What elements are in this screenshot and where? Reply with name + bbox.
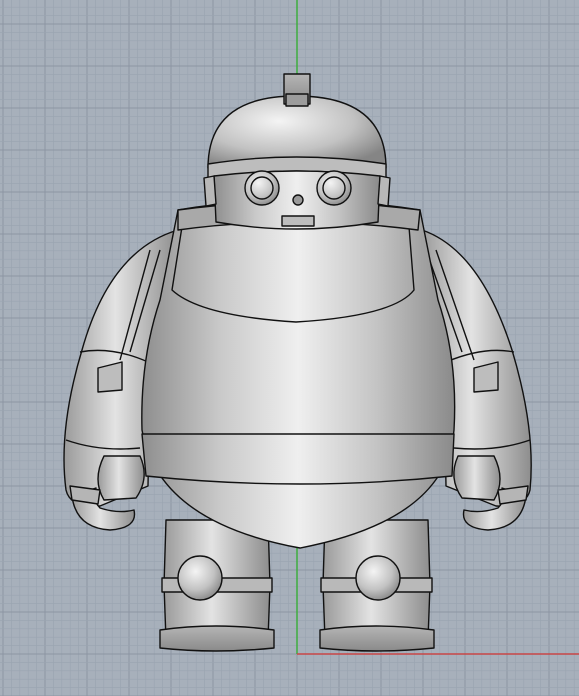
viewport-canvas[interactable]: [0, 0, 579, 696]
left-leg[interactable]: [159, 519, 275, 652]
belt: [141, 433, 455, 485]
torso[interactable]: [141, 199, 456, 549]
left-ear: [203, 175, 217, 207]
nose: [292, 194, 304, 206]
right-ear: [377, 175, 391, 207]
right-foot: [319, 625, 435, 652]
left-knee-sphere: [177, 555, 223, 601]
head[interactable]: [203, 73, 391, 230]
modeling-viewport[interactable]: [0, 0, 579, 696]
left-eye: [244, 170, 280, 206]
right-knee-sphere: [355, 555, 401, 601]
left-foot: [159, 625, 275, 652]
mouth-slot: [281, 215, 315, 227]
right-eye: [316, 170, 352, 206]
